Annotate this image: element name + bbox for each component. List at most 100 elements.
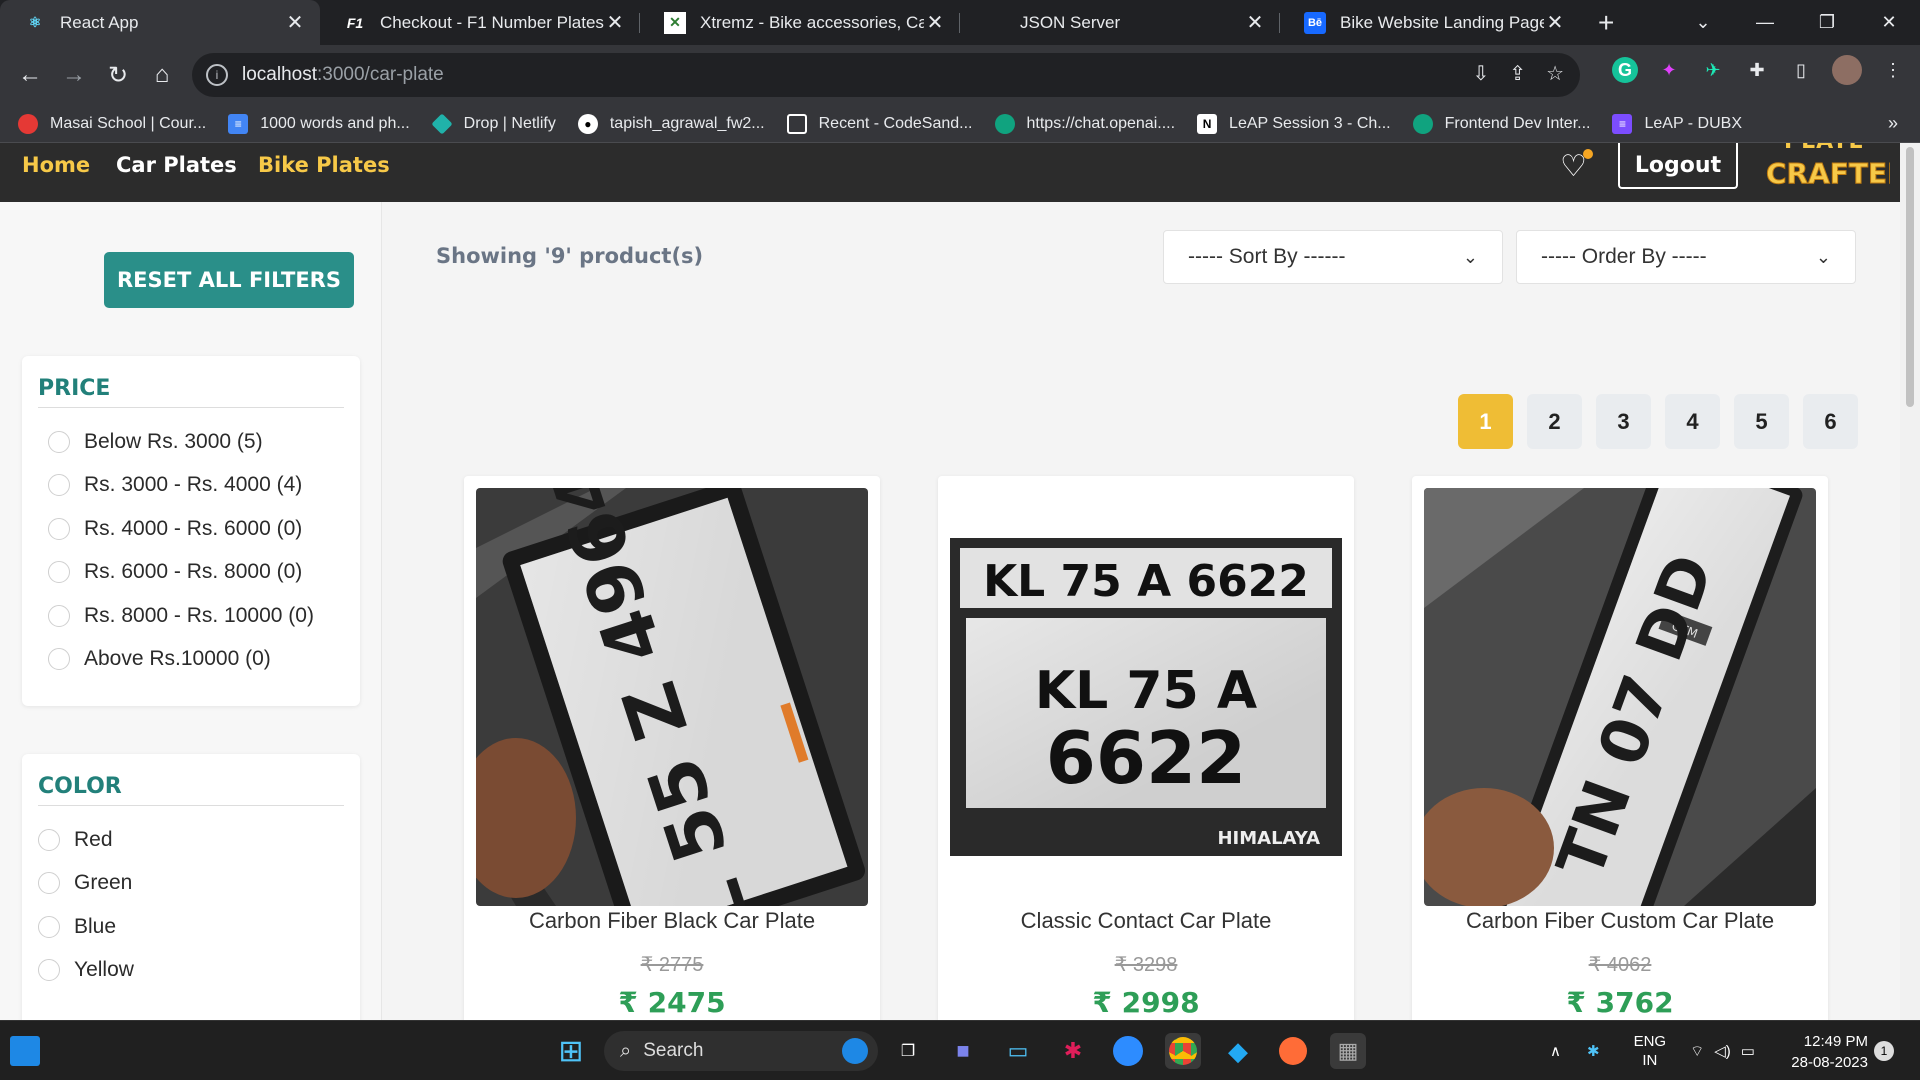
radio-button[interactable] [48, 604, 70, 627]
logout-button[interactable]: Logout [1618, 143, 1738, 189]
pin-extension-icon[interactable]: ✈ [1700, 57, 1726, 83]
tab-bike-website[interactable]: Bē Bike Website Landing Page Ui ✕ [1280, 0, 1580, 45]
tab-react-app[interactable]: ⚛ React App ✕ [0, 0, 320, 45]
close-window-icon[interactable]: ✕ [1858, 12, 1920, 33]
grammarly-icon[interactable]: G [1612, 57, 1638, 83]
bookmark-item[interactable]: ● tapish_agrawal_fw2... [577, 113, 765, 134]
color-option[interactable]: Yellow [38, 949, 344, 993]
star-icon[interactable]: ☆ [1546, 61, 1564, 86]
color-picker-icon[interactable]: ✦ [1656, 57, 1682, 83]
install-icon[interactable]: ⇩ [1473, 61, 1490, 86]
postman-icon[interactable] [1275, 1033, 1311, 1069]
product-image[interactable]: KL 75 A 6622 KL 75 A 6622 HIMALAYA [950, 488, 1342, 906]
nav-bike-plates-link[interactable]: Bike Plates [258, 153, 390, 177]
page-button-4[interactable]: 4 [1665, 394, 1720, 449]
close-icon[interactable]: ✕ [924, 10, 946, 35]
bookmark-item[interactable]: Drop | Netlify [431, 112, 556, 135]
radio-button[interactable] [48, 430, 70, 453]
close-icon[interactable]: ✕ [604, 10, 626, 35]
menu-icon[interactable]: ⋮ [1880, 57, 1906, 83]
nav-home-link[interactable]: Home [22, 153, 90, 177]
taskbar-search[interactable]: ⌕ Search [604, 1031, 878, 1071]
vscode-icon[interactable]: ◆ [1220, 1033, 1256, 1069]
close-icon[interactable]: ✕ [1244, 10, 1266, 35]
side-panel-icon[interactable]: ▯ [1788, 57, 1814, 83]
scrollbar-thumb[interactable] [1906, 147, 1914, 407]
page-button-3[interactable]: 3 [1596, 394, 1651, 449]
bookmark-item[interactable]: ≡ LeAP - DUBX [1612, 113, 1742, 134]
reload-icon[interactable]: ↻ [96, 61, 140, 90]
tab-json-server[interactable]: JSON Server ✕ [960, 0, 1280, 45]
new-tab-icon[interactable]: + [1598, 7, 1614, 39]
bluetooth-icon[interactable]: ✱ [1587, 1042, 1600, 1060]
zoom-icon[interactable] [1110, 1033, 1146, 1069]
forward-icon[interactable]: → [52, 61, 96, 89]
product-card[interactable]: KL 55 Z 4964 Carbon Fiber Black Car Plat… [464, 476, 880, 1036]
radio-button[interactable] [48, 648, 70, 671]
share-icon[interactable]: ⇪ [1509, 61, 1526, 86]
tab-xtremz[interactable]: ✕ Xtremz - Bike accessories, Car ✕ [640, 0, 960, 45]
teams-icon[interactable]: ■ [945, 1033, 981, 1069]
close-icon[interactable]: ✕ [1544, 10, 1566, 35]
chrome-icon[interactable] [1165, 1033, 1201, 1069]
radio-button[interactable] [48, 474, 70, 497]
page-button-2[interactable]: 2 [1527, 394, 1582, 449]
product-name[interactable]: Carbon Fiber Black Car Plate [464, 908, 880, 934]
product-image[interactable]: GTM TN 07 DD [1424, 488, 1816, 906]
extensions-icon[interactable]: ✚ [1744, 57, 1770, 83]
price-option[interactable]: Rs. 6000 - Rs. 8000 (0) [38, 551, 344, 595]
profile-avatar[interactable] [1832, 55, 1862, 85]
color-option[interactable]: Blue [38, 905, 344, 949]
price-option[interactable]: Below Rs. 3000 (5) [38, 420, 344, 464]
order-by-select[interactable]: ----- Order By ----- ⌄ [1516, 230, 1856, 284]
color-option[interactable]: Green [38, 862, 344, 906]
close-icon[interactable]: ✕ [284, 10, 306, 35]
bookmark-item[interactable]: N LeAP Session 3 - Ch... [1197, 113, 1391, 134]
page-button-6[interactable]: 6 [1803, 394, 1858, 449]
page-scrollbar[interactable] [1900, 143, 1920, 1020]
home-icon[interactable]: ⌂ [140, 61, 184, 89]
wifi-icon[interactable]: ⌔ [1690, 1042, 1704, 1061]
language-indicator[interactable]: ENG IN [1634, 1032, 1667, 1070]
price-option[interactable]: Rs. 3000 - Rs. 4000 (4) [38, 464, 344, 508]
windows-start-icon[interactable]: ⊞ [553, 1033, 589, 1069]
reset-all-filters-button[interactable]: RESET ALL FILTERS [104, 252, 354, 308]
bookmark-item[interactable]: Frontend Dev Inter... [1412, 113, 1590, 134]
color-option[interactable]: Red [38, 818, 344, 862]
radio-button[interactable] [38, 959, 60, 982]
page-button-1[interactable]: 1 [1458, 394, 1513, 449]
battery-icon[interactable]: ▭ [1741, 1042, 1755, 1060]
product-name[interactable]: Classic Contact Car Plate [938, 908, 1354, 934]
nav-car-plates-link[interactable]: Car Plates [116, 153, 237, 177]
price-option[interactable]: Rs. 8000 - Rs. 10000 (0) [38, 594, 344, 638]
radio-button[interactable] [48, 517, 70, 540]
bookmark-item[interactable]: ≡ 1000 words and ph... [228, 113, 410, 134]
radio-button[interactable] [48, 561, 70, 584]
site-info-icon[interactable]: i [206, 64, 228, 86]
tab-checkout[interactable]: F1 Checkout - F1 Number Plates ✕ [320, 0, 640, 45]
widgets-icon[interactable] [10, 1036, 40, 1066]
product-card[interactable]: KL 75 A 6622 KL 75 A 6622 HIMALAYA Class… [938, 476, 1354, 1036]
bookmark-item[interactable]: https://chat.openai.... [994, 113, 1175, 134]
slack-icon[interactable]: ✱ [1055, 1033, 1091, 1069]
notification-badge[interactable]: 1 [1874, 1041, 1894, 1061]
url-input[interactable]: i localhost:3000/car-plate ⇩ ⇪ ☆ [192, 53, 1580, 97]
sort-by-select[interactable]: ----- Sort By ------ ⌄ [1163, 230, 1503, 284]
back-icon[interactable]: ← [8, 61, 52, 89]
restore-icon[interactable]: ❐ [1796, 12, 1858, 33]
clock[interactable]: 12:49 PM 28-08-2023 [1780, 1031, 1868, 1073]
product-image[interactable]: KL 55 Z 4964 [476, 488, 868, 906]
monitor-icon[interactable]: ▭ [1000, 1033, 1036, 1069]
site-logo[interactable]: PLATE CRAFTERS [1766, 143, 1890, 193]
price-option[interactable]: Above Rs.10000 (0) [38, 638, 344, 682]
product-card[interactable]: GTM TN 07 DD Carbon Fiber Custom Car Pla… [1412, 476, 1828, 1036]
radio-button[interactable] [38, 872, 60, 895]
chevron-up-icon[interactable]: ∧ [1550, 1042, 1561, 1060]
radio-button[interactable] [38, 915, 60, 938]
minimize-icon[interactable]: — [1734, 12, 1796, 33]
volume-icon[interactable]: ◁) [1714, 1042, 1731, 1060]
page-button-5[interactable]: 5 [1734, 394, 1789, 449]
task-view-icon[interactable]: ❐ [890, 1033, 926, 1069]
bookmark-item[interactable]: Recent - CodeSand... [786, 113, 973, 134]
price-option[interactable]: Rs. 4000 - Rs. 6000 (0) [38, 507, 344, 551]
